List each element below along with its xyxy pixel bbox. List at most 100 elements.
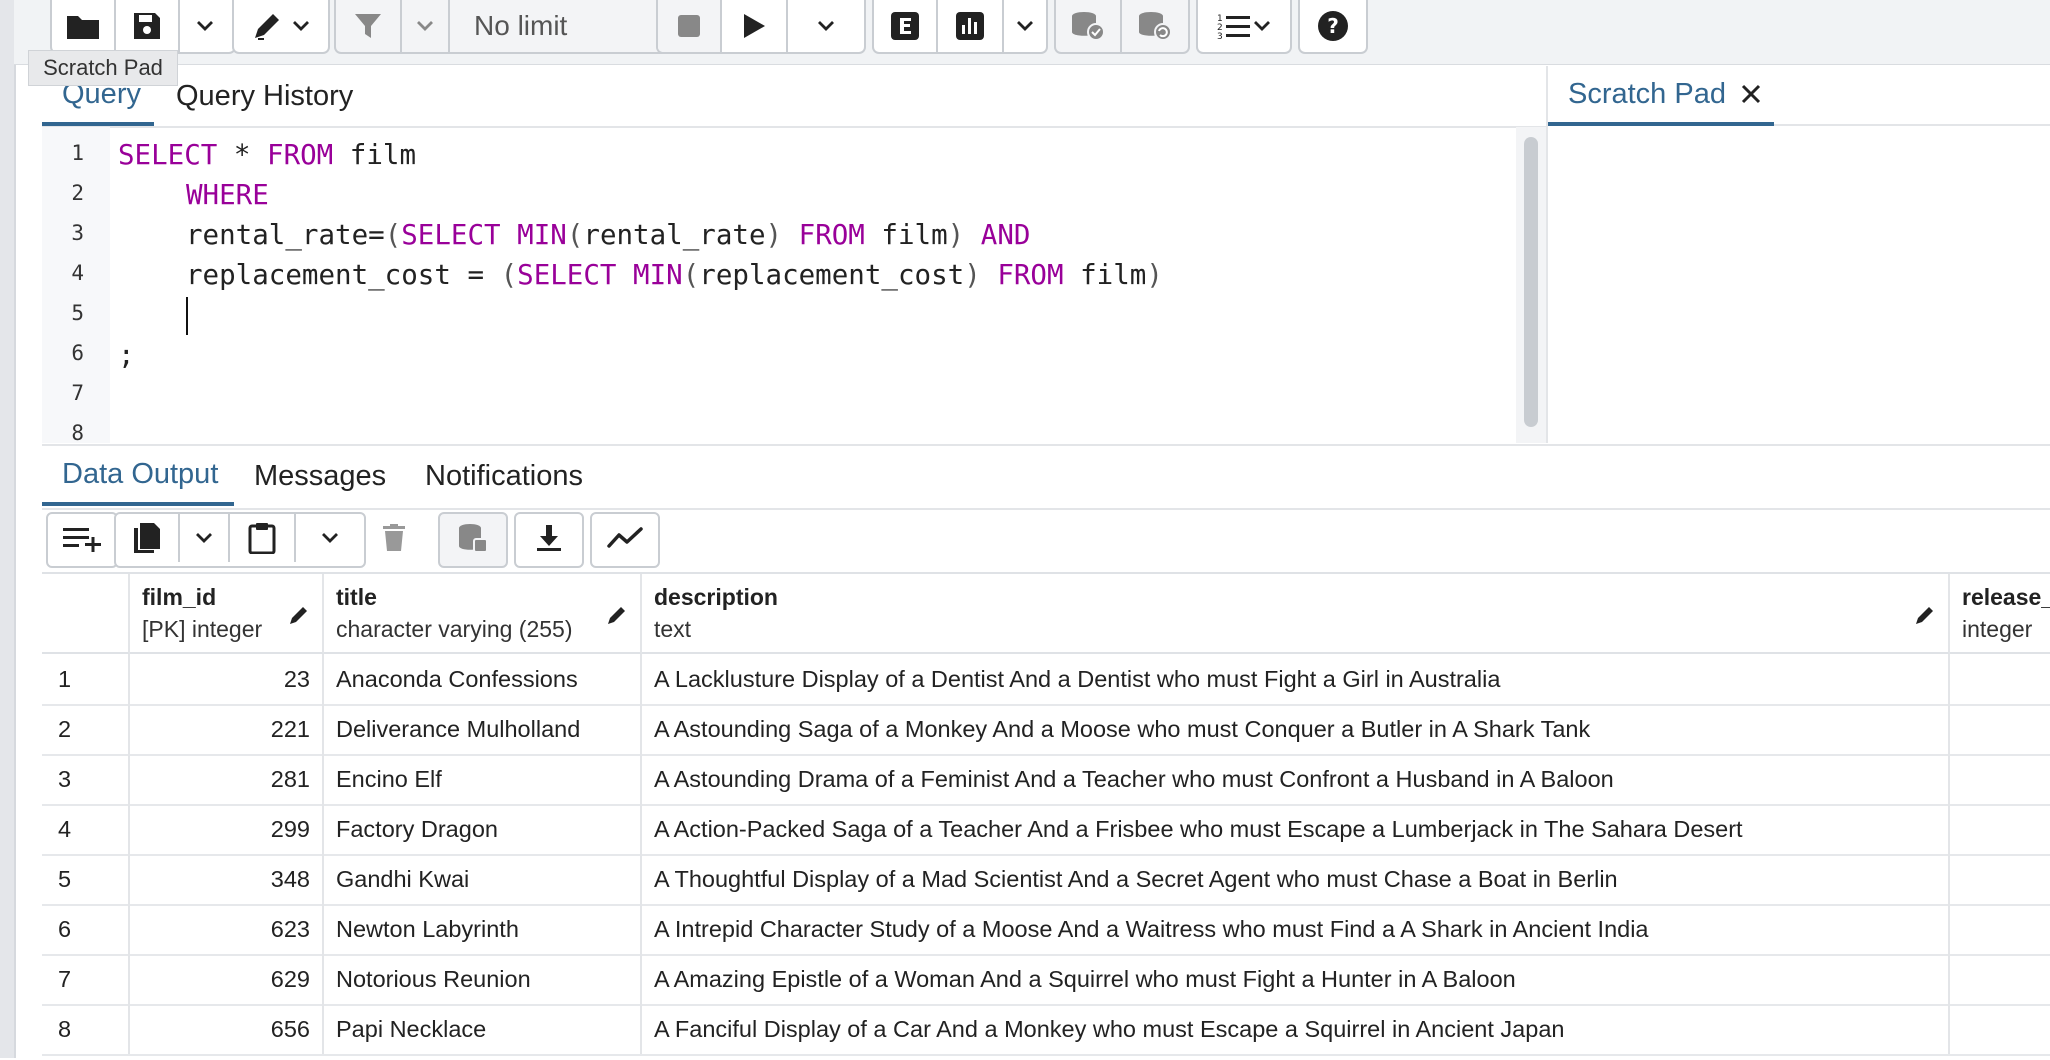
stop-icon bbox=[678, 15, 700, 37]
row-number-header[interactable] bbox=[42, 574, 130, 654]
explain-analyze-button[interactable] bbox=[938, 0, 1004, 52]
cell-release-year[interactable] bbox=[1950, 854, 2050, 904]
open-file-button[interactable] bbox=[52, 0, 116, 52]
cell-title[interactable]: Encino Elf bbox=[324, 754, 642, 804]
paste-options-dropdown[interactable] bbox=[296, 514, 364, 562]
table-row[interactable]: 8 656 Papi Necklace A Fanciful Display o… bbox=[42, 1004, 2050, 1056]
sql-text: film bbox=[1063, 259, 1147, 291]
explain-button[interactable] bbox=[874, 0, 938, 52]
cell-release-year[interactable] bbox=[1950, 704, 2050, 754]
cell-description[interactable]: A Astounding Saga of a Monkey And a Moos… bbox=[642, 704, 1950, 754]
cell-title[interactable]: Deliverance Mulholland bbox=[324, 704, 642, 754]
cell-title[interactable]: Factory Dragon bbox=[324, 804, 642, 854]
query-toolbar: No limit 123 ? bbox=[14, 0, 2050, 65]
line-number: 2 bbox=[71, 181, 84, 205]
column-header-description[interactable]: description text bbox=[642, 574, 1950, 654]
cell-film-id[interactable]: 629 bbox=[130, 954, 324, 1004]
cell-title[interactable]: Notorious Reunion bbox=[324, 954, 642, 1004]
copy-button[interactable] bbox=[116, 514, 180, 562]
commit-icon bbox=[1072, 12, 1105, 41]
column-type: [PK] integer bbox=[142, 616, 263, 642]
cell-film-id[interactable]: 299 bbox=[130, 804, 324, 854]
graph-visualiser-button[interactable] bbox=[592, 514, 658, 562]
scratch-pad-textarea[interactable] bbox=[1548, 128, 2050, 443]
edit-menu-button[interactable] bbox=[234, 0, 328, 52]
edit-column-icon[interactable] bbox=[288, 604, 310, 626]
chevron-down-icon bbox=[818, 21, 834, 31]
table-row[interactable]: 4 299 Factory Dragon A Action-Packed Sag… bbox=[42, 804, 2050, 856]
download-button[interactable] bbox=[516, 514, 582, 562]
commit-button[interactable] bbox=[1056, 0, 1122, 52]
filter-button[interactable] bbox=[336, 0, 402, 52]
table-row[interactable]: 3 281 Encino Elf A Astounding Drama of a… bbox=[42, 754, 2050, 806]
cell-release-year[interactable] bbox=[1950, 1004, 2050, 1054]
cell-description[interactable]: A Lacklusture Display of a Dentist And a… bbox=[642, 654, 1950, 704]
cell-release-year[interactable] bbox=[1950, 654, 2050, 704]
cell-title[interactable]: Gandhi Kwai bbox=[324, 854, 642, 904]
sql-code-editor[interactable]: SELECT * FROM film WHERE rental_rate=(SE… bbox=[118, 127, 1508, 443]
cell-release-year[interactable] bbox=[1950, 804, 2050, 854]
svg-text:?: ? bbox=[1327, 14, 1339, 38]
cell-film-id[interactable]: 23 bbox=[130, 654, 324, 704]
save-options-dropdown[interactable] bbox=[180, 0, 230, 52]
cell-film-id[interactable]: 221 bbox=[130, 704, 324, 754]
copy-options-dropdown[interactable] bbox=[180, 514, 230, 562]
table-row[interactable]: 1 23 Anaconda Confessions A Lacklusture … bbox=[42, 654, 2050, 706]
cell-description[interactable]: A Intrepid Character Study of a Moose An… bbox=[642, 904, 1950, 954]
close-icon[interactable] bbox=[1740, 83, 1762, 105]
filter-icon bbox=[355, 14, 381, 38]
stop-button[interactable] bbox=[658, 0, 722, 52]
help-button[interactable]: ? bbox=[1300, 0, 1366, 52]
edit-column-icon[interactable] bbox=[606, 604, 628, 626]
cell-description[interactable]: A Amazing Epistle of a Woman And a Squir… bbox=[642, 954, 1950, 1004]
folder-icon bbox=[67, 16, 99, 39]
table-row[interactable]: 2 221 Deliverance Mulholland A Astoundin… bbox=[42, 704, 2050, 756]
cell-title[interactable]: Papi Necklace bbox=[324, 1004, 642, 1054]
cell-description[interactable]: A Action-Packed Saga of a Teacher And a … bbox=[642, 804, 1950, 854]
column-header-film-id[interactable]: film_id [PK] integer bbox=[130, 574, 324, 654]
cell-film-id[interactable]: 623 bbox=[130, 904, 324, 954]
macros-button[interactable]: 123 bbox=[1198, 0, 1290, 52]
tab-messages[interactable]: Messages bbox=[254, 446, 386, 506]
add-row-button[interactable] bbox=[48, 514, 116, 562]
save-file-button[interactable] bbox=[116, 0, 180, 52]
table-row[interactable]: 7 629 Notorious Reunion A Amazing Epistl… bbox=[42, 954, 2050, 1006]
cell-film-id[interactable]: 656 bbox=[130, 1004, 324, 1054]
sql-keyword: SELECT bbox=[401, 219, 501, 251]
line-number: 4 bbox=[71, 261, 84, 285]
column-header-release-year[interactable]: release_ integer bbox=[1950, 574, 2050, 654]
execute-options-dropdown[interactable] bbox=[788, 0, 864, 52]
cell-description[interactable]: A Thoughtful Display of a Mad Scientist … bbox=[642, 854, 1950, 904]
cell-film-id[interactable]: 348 bbox=[130, 854, 324, 904]
rollback-button[interactable] bbox=[1122, 0, 1188, 52]
cell-release-year[interactable] bbox=[1950, 954, 2050, 1004]
tab-scratch-pad[interactable]: Scratch Pad bbox=[1548, 66, 1774, 126]
cell-release-year[interactable] bbox=[1950, 904, 2050, 954]
cell-description[interactable]: A Fanciful Display of a Car And a Monkey… bbox=[642, 1004, 1950, 1054]
paste-button[interactable] bbox=[230, 514, 296, 562]
explain-options-dropdown[interactable] bbox=[1004, 0, 1046, 52]
cell-film-id[interactable]: 281 bbox=[130, 754, 324, 804]
filter-dropdown[interactable] bbox=[402, 0, 450, 52]
execute-button[interactable] bbox=[722, 0, 788, 52]
graph-group bbox=[590, 512, 660, 568]
tab-notifications[interactable]: Notifications bbox=[425, 446, 583, 506]
cell-release-year[interactable] bbox=[1950, 754, 2050, 804]
delete-row-button[interactable] bbox=[366, 512, 422, 564]
tab-data-output[interactable]: Data Output bbox=[42, 446, 234, 506]
cell-description[interactable]: A Astounding Drama of a Feminist And a T… bbox=[642, 754, 1950, 804]
table-row[interactable]: 5 348 Gandhi Kwai A Thoughtful Display o… bbox=[42, 854, 2050, 906]
editor-scrollbar-thumb[interactable] bbox=[1524, 137, 1538, 427]
editor-scrollbar[interactable] bbox=[1516, 127, 1546, 443]
edit-column-icon[interactable] bbox=[1914, 604, 1936, 626]
cell-title[interactable]: Anaconda Confessions bbox=[324, 654, 642, 704]
tab-query-history[interactable]: Query History bbox=[176, 66, 353, 126]
sql-text: film bbox=[864, 219, 948, 251]
save-data-button[interactable] bbox=[440, 514, 506, 562]
table-row[interactable]: 6 623 Newton Labyrinth A Intrepid Charac… bbox=[42, 904, 2050, 956]
cell-title[interactable]: Newton Labyrinth bbox=[324, 904, 642, 954]
column-header-title[interactable]: title character varying (255) bbox=[324, 574, 642, 654]
column-type: text bbox=[654, 616, 692, 642]
scratch-pad-tooltip: Scratch Pad bbox=[28, 50, 178, 86]
delete-icon bbox=[383, 524, 405, 551]
